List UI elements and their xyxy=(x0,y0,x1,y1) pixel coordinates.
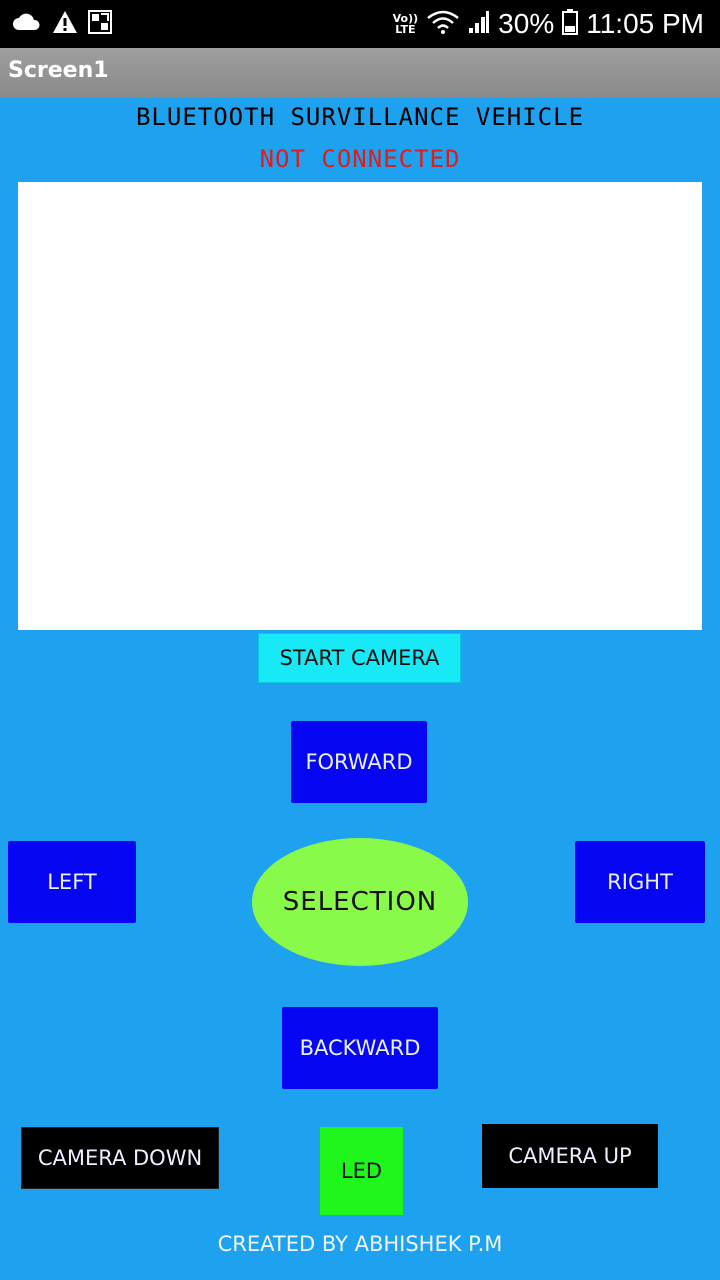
app-title: BLUETOOTH SURVILLANCE VEHICLE xyxy=(135,103,585,131)
volte-indicator: Vo)) LTE xyxy=(393,13,419,35)
selection-button[interactable]: SELECTION xyxy=(252,838,468,966)
clock: 11:05 PM xyxy=(586,8,704,39)
screen-title: Screen1 xyxy=(8,58,109,83)
camera-up-button[interactable]: CAMERA UP xyxy=(482,1124,658,1188)
volte-bottom-text: LTE xyxy=(395,23,416,36)
battery-percent: 30% xyxy=(498,8,555,39)
left-button[interactable]: LEFT xyxy=(8,841,136,923)
warning-icon xyxy=(52,10,78,38)
camera-down-button[interactable]: CAMERA DOWN xyxy=(21,1127,219,1189)
title-bar: Screen1 xyxy=(0,48,720,98)
led-button[interactable]: LED xyxy=(320,1127,403,1215)
cloud-icon xyxy=(12,12,42,36)
right-button[interactable]: RIGHT xyxy=(575,841,705,923)
forward-button[interactable]: FORWARD xyxy=(291,721,427,803)
status-bar: Vo)) LTE 30% 11:05 PM xyxy=(0,0,720,48)
footer-credit: CREATED BY ABHISHEK P.M xyxy=(217,1232,503,1256)
start-camera-button[interactable]: START CAMERA xyxy=(258,633,461,683)
gallery-icon xyxy=(88,10,112,38)
backward-button[interactable]: BACKWARD xyxy=(282,1007,438,1089)
connection-status: NOT CONNECTED xyxy=(259,145,461,173)
signal-icon xyxy=(468,10,490,38)
wifi-icon xyxy=(426,9,460,39)
camera-view xyxy=(18,182,702,630)
battery-icon xyxy=(562,9,579,39)
